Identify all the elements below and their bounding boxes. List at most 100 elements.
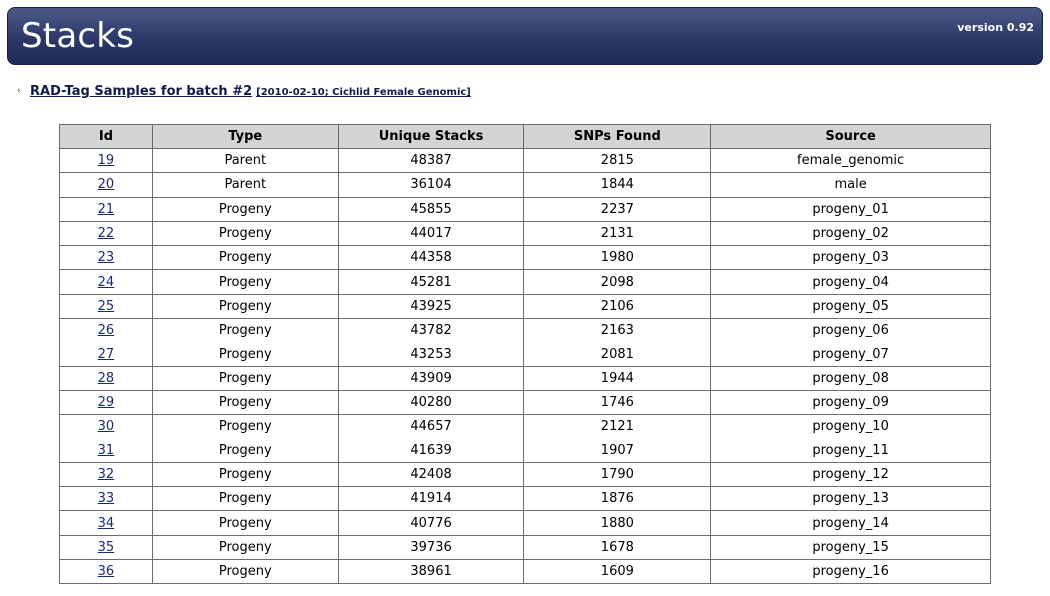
cell-type: Progeny	[151, 245, 339, 270]
sample-id-link[interactable]: 25	[98, 299, 115, 314]
cell-snps-found: 2106	[523, 293, 712, 319]
cell-source: progeny_12	[710, 461, 991, 487]
sample-id-link[interactable]: 33	[98, 491, 115, 506]
table-row: 26 Progeny 43782 2163 progeny_06	[59, 318, 991, 343]
cell-snps-found: 1907	[523, 438, 712, 463]
cell-unique-stacks: 44358	[337, 245, 525, 270]
table-row: 25 Progeny 43925 2106 progeny_05	[59, 293, 991, 319]
cell-id: 36	[59, 559, 153, 585]
cell-unique-stacks: 36104	[337, 172, 525, 198]
cell-id: 20	[59, 172, 153, 198]
cell-snps-found: 1944	[523, 365, 712, 391]
cell-snps-found: 1678	[523, 534, 712, 560]
sample-id-link[interactable]: 34	[98, 516, 115, 531]
sample-id-link[interactable]: 36	[98, 564, 115, 579]
sample-id-link[interactable]: 31	[98, 443, 115, 458]
cell-unique-stacks: 45855	[337, 196, 525, 222]
cell-snps-found: 1844	[523, 172, 712, 198]
cell-snps-found: 1609	[523, 559, 712, 585]
table-row: 36 Progeny 38961 1609 progeny_16	[59, 559, 991, 585]
sample-id-link[interactable]: 35	[98, 540, 115, 555]
table-row: 34 Progeny 40776 1880 progeny_14	[59, 510, 991, 536]
version-label: version 0.92	[957, 21, 1034, 34]
cell-type: Progeny	[151, 486, 339, 511]
cell-id: 35	[59, 534, 153, 560]
cell-id: 33	[59, 486, 153, 511]
table-header-row: Id Type Unique Stacks SNPs Found Source	[59, 124, 991, 149]
cell-id: 34	[59, 510, 153, 536]
table-row: 21 Progeny 45855 2237 progeny_01	[59, 196, 991, 222]
sample-id-link[interactable]: 21	[98, 202, 115, 217]
batch-title-link[interactable]: RAD-Tag Samples for batch #2	[30, 84, 252, 99]
sample-id-link[interactable]: 27	[98, 347, 115, 362]
cell-unique-stacks: 38961	[337, 559, 525, 585]
column-header-snps-found: SNPs Found	[523, 124, 712, 149]
cell-unique-stacks: 40776	[337, 510, 525, 536]
cell-id: 32	[59, 461, 153, 487]
cell-type: Progeny	[151, 461, 339, 487]
cell-unique-stacks: 44657	[337, 414, 525, 439]
batch-heading: › RAD-Tag Samples for batch #2 [2010-02-10…	[17, 81, 471, 102]
cell-unique-stacks: 45281	[337, 269, 525, 295]
column-header-id: Id	[59, 124, 153, 149]
sample-id-link[interactable]: 32	[98, 467, 115, 482]
table-row: 23 Progeny 44358 1980 progeny_03	[59, 245, 991, 270]
cell-id: 25	[59, 293, 153, 319]
cell-source: progeny_14	[710, 510, 991, 536]
sample-id-link[interactable]: 20	[98, 177, 115, 192]
cell-snps-found: 2121	[523, 414, 712, 439]
column-header-unique-stacks: Unique Stacks	[337, 124, 525, 149]
column-header-source: Source	[710, 124, 991, 149]
cell-id: 31	[59, 438, 153, 463]
cell-type: Progeny	[151, 365, 339, 391]
cell-source: progeny_05	[710, 293, 991, 319]
sample-id-link[interactable]: 22	[98, 226, 115, 241]
sample-id-link[interactable]: 26	[98, 323, 115, 338]
sample-id-link[interactable]: 24	[98, 275, 115, 290]
sample-id-link[interactable]: 29	[98, 395, 115, 410]
cell-id: 29	[59, 389, 153, 415]
table-row: 19 Parent 48387 2815 female_genomic	[59, 147, 991, 173]
sample-id-link[interactable]: 28	[98, 371, 115, 386]
cell-type: Progeny	[151, 220, 339, 246]
cell-snps-found: 1880	[523, 510, 712, 536]
cell-snps-found: 1790	[523, 461, 712, 487]
cell-source: progeny_08	[710, 365, 991, 391]
cell-snps-found: 2081	[523, 342, 712, 367]
cell-source: progeny_13	[710, 486, 991, 511]
cell-source: progeny_03	[710, 245, 991, 270]
sample-id-link[interactable]: 19	[98, 153, 115, 168]
chevron-down-icon[interactable]: ›	[17, 82, 26, 100]
cell-snps-found: 1746	[523, 389, 712, 415]
cell-source: progeny_11	[710, 438, 991, 463]
cell-type: Progeny	[151, 196, 339, 222]
cell-type: Progeny	[151, 269, 339, 295]
app-header: Stacks version 0.92	[7, 7, 1043, 65]
sample-id-link[interactable]: 30	[98, 419, 115, 434]
stacks-logo[interactable]: Stacks	[21, 16, 134, 56]
cell-unique-stacks: 39736	[337, 534, 525, 560]
cell-id: 30	[59, 414, 153, 439]
column-header-type: Type	[151, 124, 339, 149]
cell-source: progeny_07	[710, 342, 991, 367]
cell-source: female_genomic	[710, 147, 991, 173]
cell-id: 21	[59, 196, 153, 222]
cell-type: Progeny	[151, 293, 339, 319]
cell-id: 24	[59, 269, 153, 295]
cell-unique-stacks: 40280	[337, 389, 525, 415]
batch-subtitle: [2010-02-10; Cichlid Female Genomic]	[256, 87, 471, 98]
cell-unique-stacks: 41914	[337, 486, 525, 511]
table-row: 35 Progeny 39736 1678 progeny_15	[59, 534, 991, 560]
cell-id: 23	[59, 245, 153, 270]
cell-type: Progeny	[151, 389, 339, 415]
table-row: 24 Progeny 45281 2098 progeny_04	[59, 269, 991, 295]
samples-table: Id Type Unique Stacks SNPs Found Source …	[59, 124, 991, 585]
sample-id-link[interactable]: 23	[98, 250, 115, 265]
cell-type: Progeny	[151, 559, 339, 585]
cell-snps-found: 2237	[523, 196, 712, 222]
table-row: 20 Parent 36104 1844 male	[59, 172, 991, 198]
cell-id: 22	[59, 220, 153, 246]
cell-type: Progeny	[151, 438, 339, 463]
cell-source: progeny_10	[710, 414, 991, 439]
cell-source: male	[710, 172, 991, 198]
